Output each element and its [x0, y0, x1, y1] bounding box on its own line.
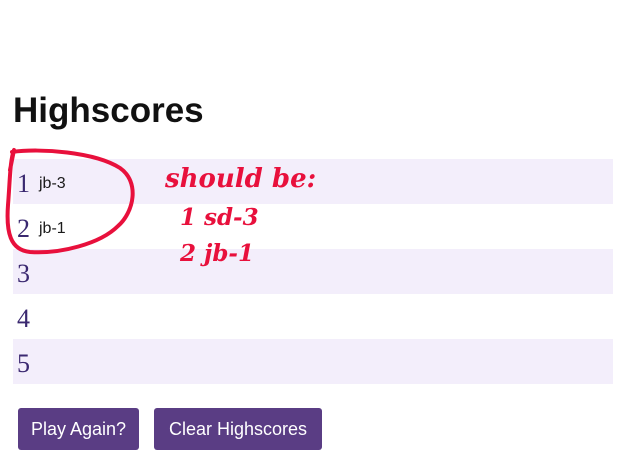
rank-number: 4 [17, 303, 30, 333]
play-again-button[interactable]: Play Again? [18, 408, 139, 450]
player-name: jb-1 [39, 219, 66, 237]
annotation-correct-1: 1 sd-3 [180, 204, 259, 231]
highscore-row: 3 [13, 249, 613, 294]
rank-number: 5 [17, 348, 30, 378]
rank-number: 2 [17, 213, 30, 243]
rank-number: 1 [17, 168, 30, 198]
highscore-row: 2 jb-1 [13, 204, 613, 249]
annotation-header: should be: [165, 164, 317, 194]
player-name: jb-3 [39, 174, 66, 192]
highscore-row: 5 [13, 339, 613, 384]
annotation-correct-2: 2 jb-1 [180, 240, 254, 267]
rank-number: 3 [17, 258, 30, 288]
highscore-row: 4 [13, 294, 613, 339]
clear-highscores-button[interactable]: Clear Highscores [154, 408, 322, 450]
page-title: Highscores [13, 91, 204, 130]
